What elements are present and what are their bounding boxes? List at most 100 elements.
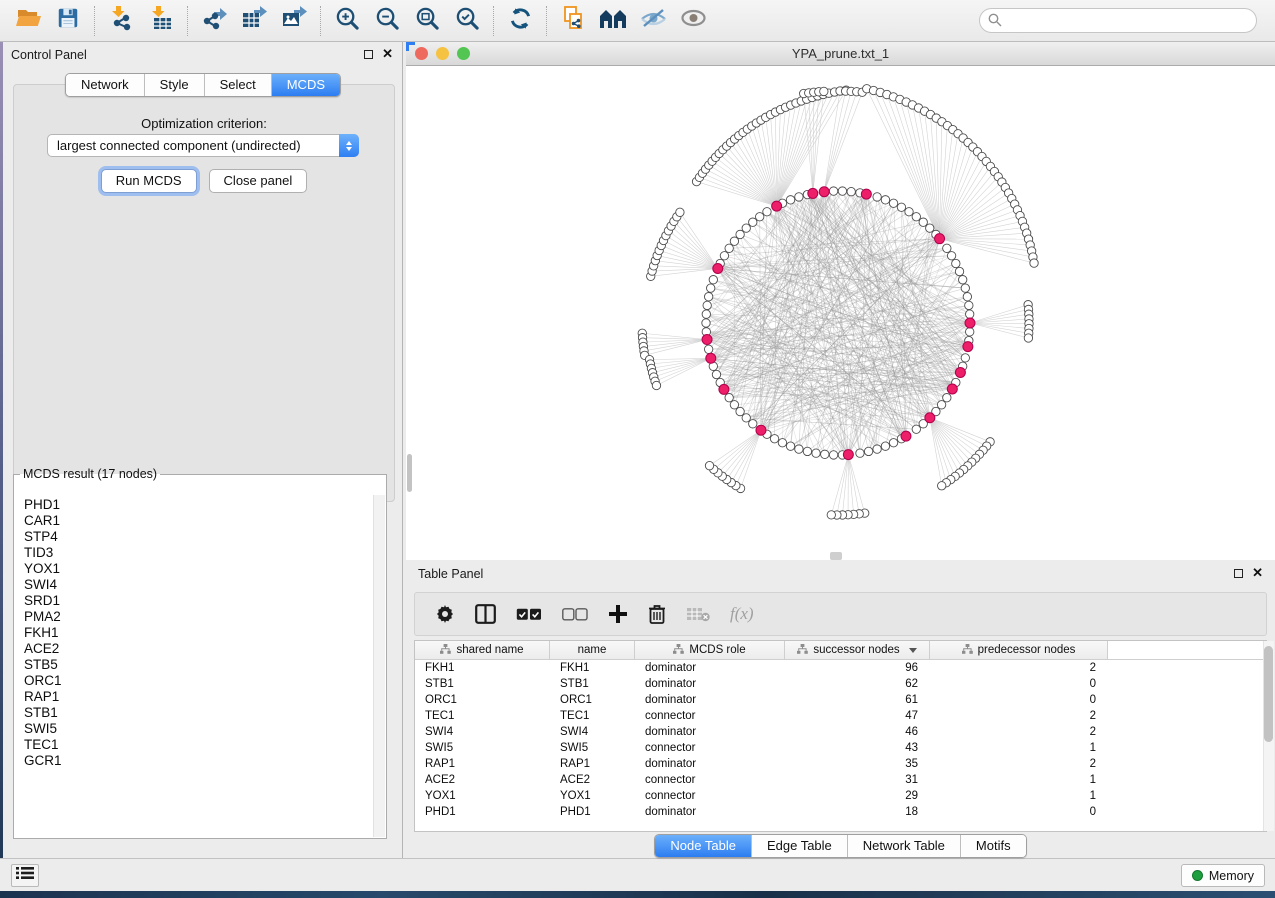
network-node[interactable] [703,301,711,309]
network-hub-node[interactable] [772,201,782,211]
import-network-button[interactable] [101,4,141,38]
export-image-button[interactable] [274,4,314,38]
network-hub-node[interactable] [901,431,911,441]
network-node[interactable] [897,203,905,211]
delete-table-icon[interactable] [686,606,710,622]
network-node[interactable] [905,208,913,216]
network-hub-node[interactable] [819,187,829,197]
network-node[interactable] [821,450,829,458]
splitter-handle[interactable] [830,552,842,560]
memory-button[interactable]: Memory [1181,864,1265,887]
mcds-result-item[interactable]: YOX1 [24,561,372,577]
mcds-result-item[interactable]: STB5 [24,657,372,673]
network-node[interactable] [763,208,771,216]
zoom-selected-button[interactable] [447,4,487,38]
network-satellite-node[interactable] [827,511,835,519]
network-node[interactable] [795,193,803,201]
tab-network[interactable]: Network [66,74,145,96]
mcds-result-item[interactable]: STB1 [24,705,372,721]
mcds-result-item[interactable]: ACE2 [24,641,372,657]
column-header-shared-name[interactable]: shared name [415,641,550,659]
network-hub-node[interactable] [935,234,945,244]
network-node[interactable] [926,224,934,232]
network-node[interactable] [786,442,794,450]
network-node[interactable] [847,187,855,195]
network-node[interactable] [873,445,881,453]
network-node[interactable] [881,196,889,204]
network-node[interactable] [706,284,714,292]
mcds-result-item[interactable]: PMA2 [24,609,372,625]
close-panel-button[interactable]: Close panel [209,169,308,193]
network-node[interactable] [795,445,803,453]
tab-select[interactable]: Select [205,74,272,96]
network-satellite-node[interactable] [705,461,713,469]
network-node[interactable] [889,199,897,207]
network-node[interactable] [725,394,733,402]
mcds-result-item[interactable]: SRD1 [24,593,372,609]
network-window-titlebar[interactable]: YPA_prune.txt_1 [406,42,1275,66]
add-column-icon[interactable] [608,604,628,624]
tab-network-table[interactable]: Network Table [848,835,961,857]
table-row-YOX1[interactable]: YOX1YOX1connector291 [415,788,1266,804]
optimization-criterion-select[interactable]: largest connected component (undirected) [47,134,359,157]
search-input[interactable] [979,8,1257,33]
network-hub-node[interactable] [719,384,729,394]
network-node[interactable] [736,230,744,238]
network-node[interactable] [943,244,951,252]
mcds-result-item[interactable]: SWI5 [24,721,372,737]
network-node[interactable] [864,447,872,455]
refresh-button[interactable] [500,4,540,38]
network-hub-node[interactable] [955,367,965,377]
table-row-ORC1[interactable]: ORC1ORC1dominator610 [415,692,1266,708]
network-node[interactable] [725,244,733,252]
table-scrollbar-thumb[interactable] [1264,646,1273,742]
mcds-result-item[interactable]: SWI4 [24,577,372,593]
network-node[interactable] [812,449,820,457]
network-hub-node[interactable] [947,384,957,394]
import-table-button[interactable] [141,4,181,38]
table-row-FKH1[interactable]: FKH1FKH1dominator962 [415,660,1266,676]
tab-node-table[interactable]: Node Table [655,835,752,857]
network-node[interactable] [720,252,728,260]
table-row-SWI4[interactable]: SWI4SWI4dominator462 [415,724,1266,740]
table-settings-gear-icon[interactable] [435,604,455,624]
table-row-RAP1[interactable]: RAP1RAP1dominator352 [415,756,1266,772]
panel-divider[interactable] [402,42,403,858]
network-canvas-scrollbar[interactable] [407,454,412,492]
column-header-predecessor-nodes[interactable]: predecessor nodes [930,641,1108,659]
network-node[interactable] [912,425,920,433]
network-node[interactable] [829,187,837,195]
network-node[interactable] [943,394,951,402]
table-row-ACE2[interactable]: ACE2ACE2connector311 [415,772,1266,788]
mcds-result-item[interactable]: ORC1 [24,673,372,689]
network-satellite-node[interactable] [652,381,660,389]
column-header-name[interactable]: name [550,641,635,659]
mcds-result-item[interactable]: CAR1 [24,513,372,529]
network-node[interactable] [961,284,969,292]
tab-mcds[interactable]: MCDS [272,74,340,96]
network-satellite-node[interactable] [1024,334,1032,342]
table-row-SWI5[interactable]: SWI5SWI5connector431 [415,740,1266,756]
network-node[interactable] [952,259,960,267]
network-hub-node[interactable] [706,353,716,363]
first-neighbors-button[interactable] [593,4,633,38]
function-builder-icon[interactable]: f(x) [730,604,754,624]
network-node[interactable] [829,451,837,459]
network-node[interactable] [704,293,712,301]
float-panel-icon[interactable] [364,50,373,59]
mcds-result-item[interactable]: RAP1 [24,689,372,705]
network-node[interactable] [955,267,963,275]
network-hub-node[interactable] [808,188,818,198]
tab-style[interactable]: Style [145,74,205,96]
mcds-result-item[interactable]: FKH1 [24,625,372,641]
clone-network-button[interactable] [553,4,593,38]
select-all-icon[interactable] [516,608,542,621]
export-table-button[interactable] [234,4,274,38]
deselect-all-icon[interactable] [562,608,588,621]
close-table-panel-icon[interactable]: ✕ [1252,568,1263,578]
table-row-TEC1[interactable]: TEC1TEC1connector472 [415,708,1266,724]
tab-edge-table[interactable]: Edge Table [752,835,848,857]
task-history-button[interactable] [11,864,39,887]
open-file-button[interactable] [8,4,48,38]
mcds-result-item[interactable]: GCR1 [24,753,372,769]
